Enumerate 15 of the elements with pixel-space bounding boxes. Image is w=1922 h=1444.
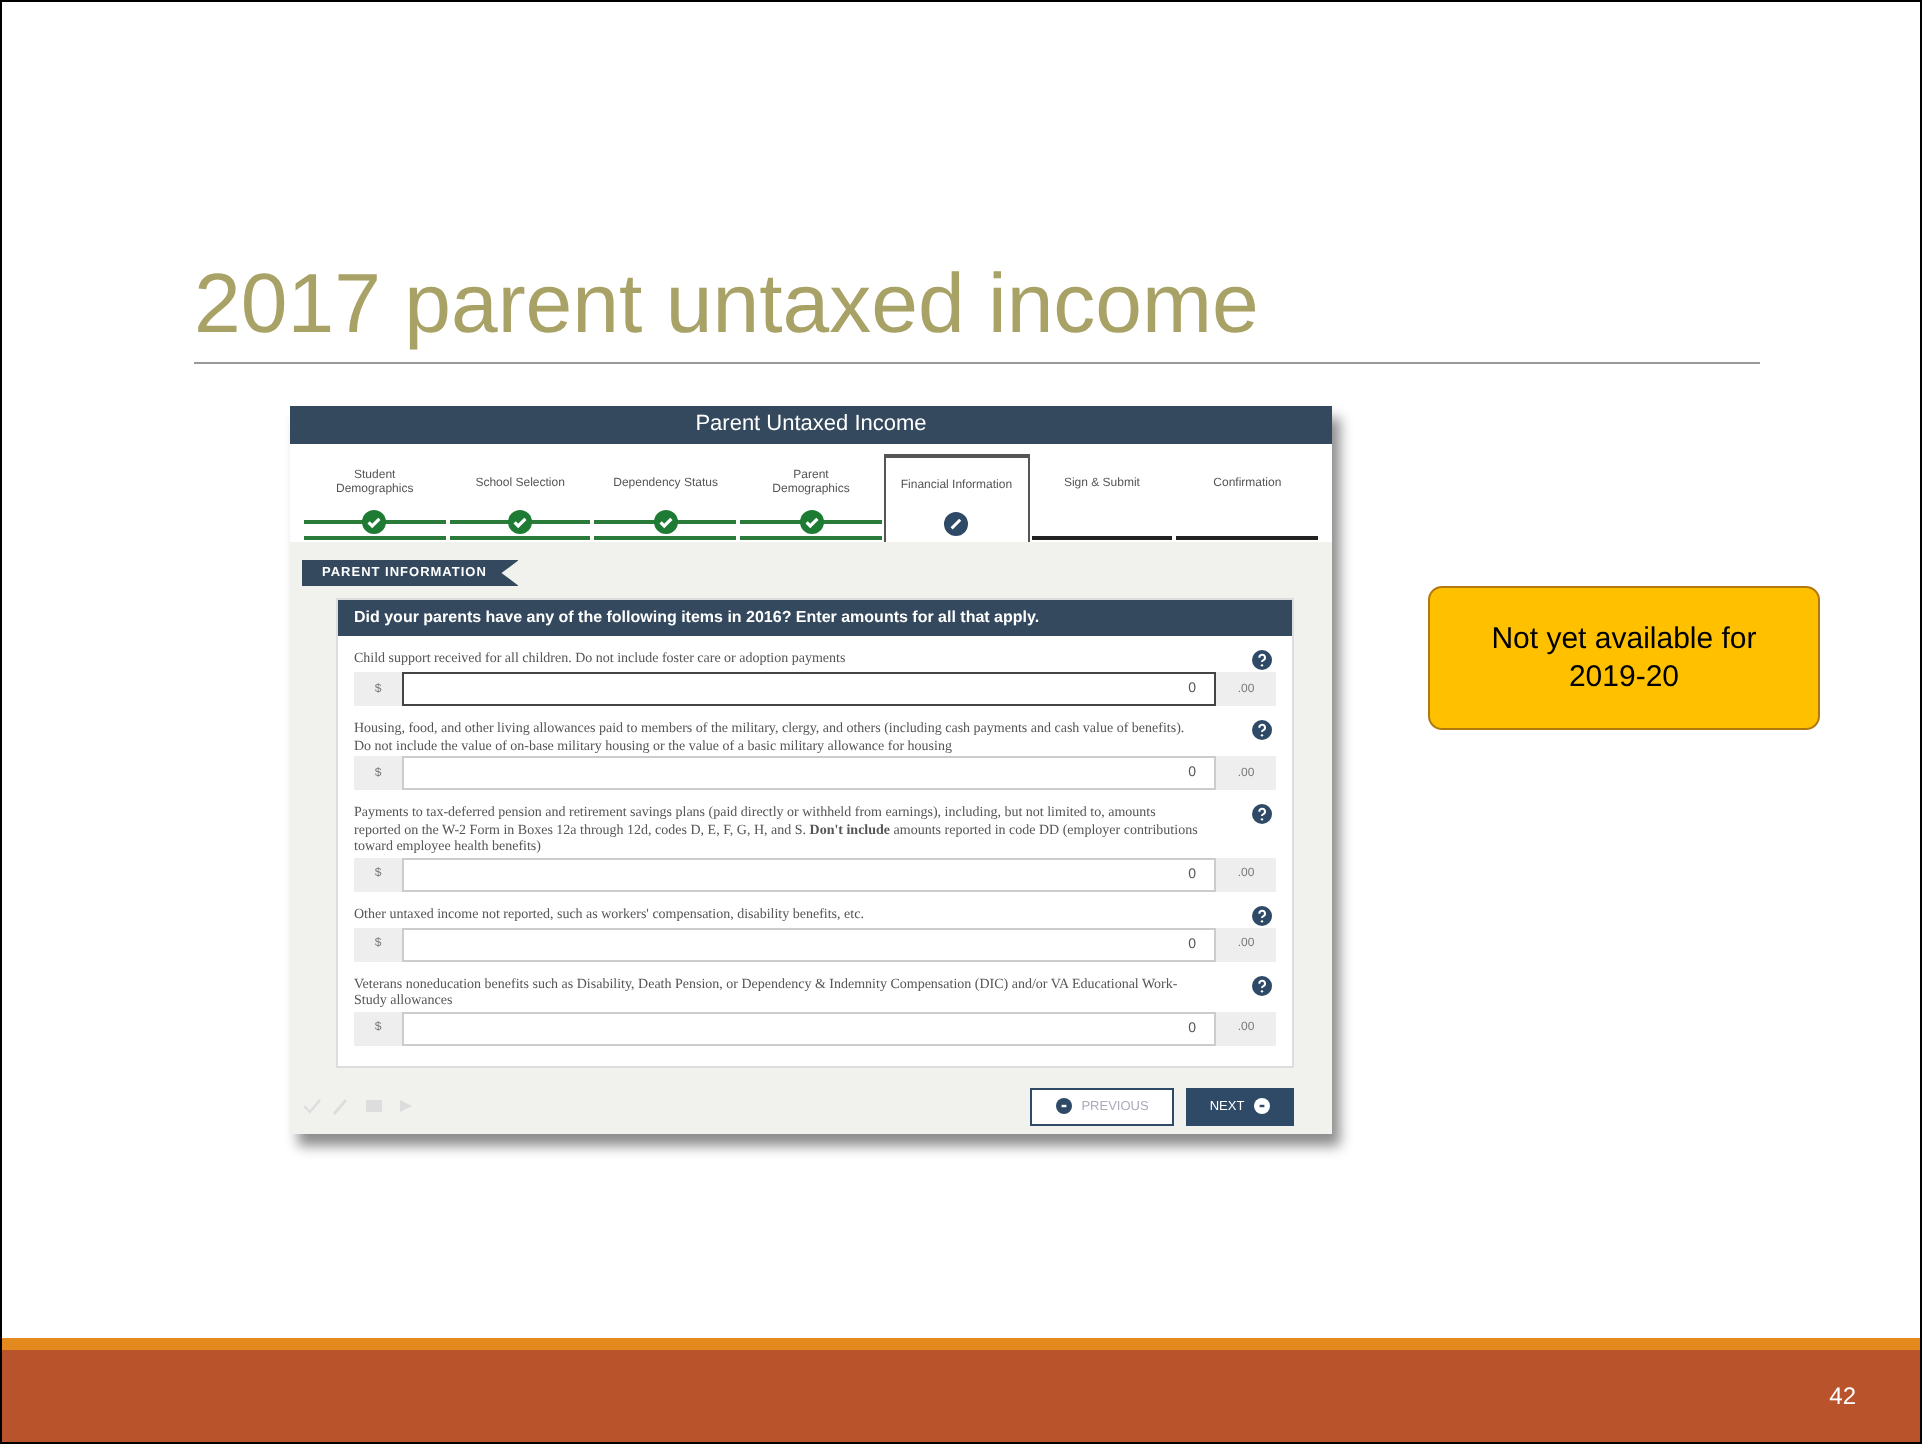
- help-icon[interactable]: [1252, 804, 1272, 824]
- help-icon[interactable]: [1252, 975, 1272, 995]
- help-icon[interactable]: [1252, 650, 1272, 670]
- question-heading: Did your parents have any of the following items in 2016? Enter amounts for all that apply.: [338, 600, 1292, 636]
- check-icon: [508, 509, 533, 533]
- help-icon[interactable]: [1252, 720, 1272, 740]
- page-number: 42: [1829, 1382, 1856, 1410]
- slide-title: 2017 parent untaxed income: [194, 254, 1261, 354]
- form-header: Parent Untaxed Income: [290, 406, 1332, 444]
- note-callout: Not yet available for 2019-20: [1428, 586, 1820, 730]
- help-icon[interactable]: [1252, 905, 1272, 925]
- pencil-icon: [944, 511, 969, 535]
- check-icon: [653, 509, 678, 533]
- check-icon: [799, 509, 824, 533]
- check-icon: [362, 509, 387, 533]
